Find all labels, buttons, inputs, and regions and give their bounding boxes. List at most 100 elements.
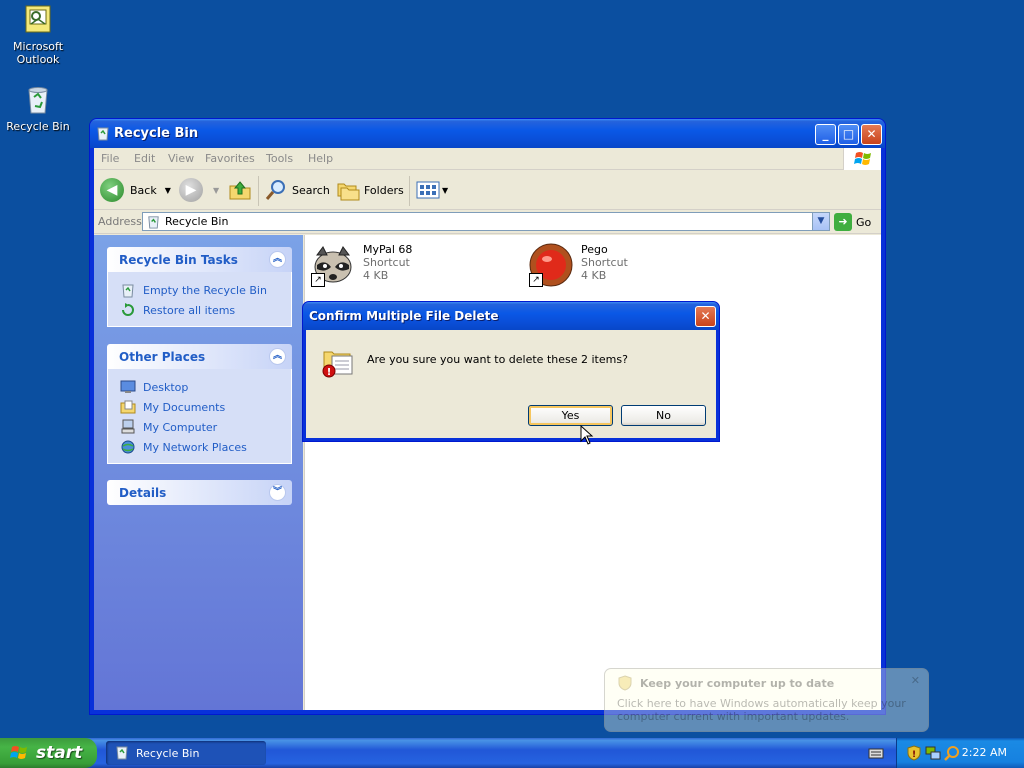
recycle-bin-icon — [146, 214, 161, 232]
dialog-body: ! Are you sure you want to delete these … — [306, 330, 716, 438]
taskbar: start Recycle Bin ! 2:22 AM — [0, 738, 1024, 768]
minimize-icon: _ — [822, 127, 829, 141]
my-network-places-link[interactable]: My Network Places — [120, 437, 291, 457]
start-button[interactable]: start — [0, 738, 97, 768]
search-button[interactable]: Search — [264, 178, 330, 202]
toolbar-separator — [258, 176, 259, 206]
forward-button[interactable]: ▶ ▼ — [179, 178, 219, 202]
forward-arrow-icon: ▶ — [179, 178, 203, 202]
recycle-bin-icon — [95, 125, 111, 141]
back-label: Back — [130, 183, 157, 197]
chevron-down-icon: ▼ — [442, 185, 449, 195]
desktop-icon-recycle-bin[interactable]: Recycle Bin — [0, 84, 76, 133]
address-dropdown-button[interactable]: ▼ — [812, 213, 829, 230]
panel-body: Empty the Recycle Bin Restore all items — [107, 272, 292, 327]
back-arrow-icon: ◀ — [100, 178, 124, 202]
chevron-down-icon: ▼ — [213, 185, 220, 195]
panel-header[interactable]: Other Places ︽ — [107, 344, 292, 369]
folders-button[interactable]: Folders — [336, 178, 404, 202]
task-pane: Recycle Bin Tasks ︽ Empty the Recycle Bi… — [94, 235, 303, 710]
my-computer-link[interactable]: My Computer — [120, 417, 291, 437]
desktop-link[interactable]: Desktop — [120, 377, 291, 397]
menu-file[interactable]: File — [101, 152, 119, 165]
recycle-bin-icon — [22, 84, 54, 116]
my-computer-icon — [120, 419, 136, 435]
my-documents-link[interactable]: My Documents — [120, 397, 291, 417]
restore-icon — [120, 302, 136, 318]
menu-favorites[interactable]: Favorites — [205, 152, 255, 165]
file-item-mypal[interactable]: ↗ MyPal 68 Shortcut 4 KB — [309, 241, 509, 289]
maximize-icon: □ — [842, 127, 855, 141]
address-input[interactable]: Recycle Bin ▼ — [142, 212, 830, 231]
empty-recycle-bin-link[interactable]: Empty the Recycle Bin — [120, 280, 291, 300]
search-tray-icon[interactable] — [944, 745, 960, 764]
shortcut-arrow-icon: ↗ — [311, 273, 325, 287]
desktop-icon-outlook[interactable]: Microsoft Outlook — [0, 4, 76, 66]
system-tray: ! 2:22 AM — [896, 738, 1024, 768]
recycle-bin-icon — [114, 744, 130, 763]
windows-logo-icon — [10, 746, 27, 759]
file-type: Shortcut — [581, 256, 628, 269]
panel-recycle-bin-tasks: Recycle Bin Tasks ︽ Empty the Recycle Bi… — [107, 247, 292, 327]
panel-title: Other Places — [119, 350, 206, 364]
svg-text:!: ! — [327, 367, 332, 378]
go-label: Go — [856, 215, 872, 229]
collapse-icon[interactable]: ︽ — [269, 251, 286, 268]
go-button[interactable]: ➜ Go — [834, 213, 871, 231]
file-item-pego[interactable]: ↗ Pego Shortcut 4 KB — [527, 241, 727, 289]
up-folder-button[interactable] — [228, 178, 252, 202]
balloon-close-icon[interactable]: ✕ — [911, 674, 920, 687]
back-button[interactable]: ◀ Back ▼ — [100, 178, 171, 202]
link-label: My Computer — [143, 420, 218, 434]
close-button[interactable]: ✕ — [861, 124, 882, 145]
menu-edit[interactable]: Edit — [134, 152, 155, 165]
chevron-down-icon: ▼ — [817, 216, 825, 226]
panel-details: Details ︾ — [107, 480, 292, 505]
menu-help[interactable]: Help — [308, 152, 333, 165]
delete-warning-icon: ! — [320, 344, 356, 380]
collapse-icon[interactable]: ︽ — [269, 348, 286, 365]
folders-icon — [337, 183, 360, 201]
window-title: Recycle Bin — [114, 126, 199, 141]
expand-icon[interactable]: ︾ — [269, 484, 286, 501]
recycle-bin-icon — [120, 282, 136, 298]
search-icon — [265, 180, 285, 200]
my-documents-icon — [120, 399, 136, 415]
yes-button[interactable]: Yes — [528, 405, 613, 426]
dialog-title: Confirm Multiple File Delete — [309, 309, 499, 323]
panel-other-places: Other Places ︽ Desktop My Documents My C… — [107, 344, 292, 464]
address-bar: Address Recycle Bin ▼ ➜ Go — [94, 210, 881, 234]
go-arrow-icon: ➜ — [834, 213, 852, 231]
address-value: Recycle Bin — [165, 215, 229, 228]
window-titlebar[interactable]: Recycle Bin _ □ ✕ — [90, 119, 885, 148]
balloon-body: Click here to have Windows automatically… — [617, 697, 906, 723]
menu-view[interactable]: View — [168, 152, 194, 165]
panel-header[interactable]: Details ︾ — [107, 480, 292, 505]
no-button[interactable]: No — [621, 405, 706, 426]
views-button[interactable]: ▼ — [416, 178, 448, 202]
maximize-button[interactable]: □ — [838, 124, 859, 145]
close-icon: ✕ — [866, 127, 877, 141]
file-name: Pego — [581, 243, 608, 256]
chevron-down-icon: ▼ — [164, 185, 171, 195]
restore-all-items-link[interactable]: Restore all items — [120, 300, 291, 320]
link-label: My Documents — [143, 400, 226, 414]
panel-header[interactable]: Recycle Bin Tasks ︽ — [107, 247, 292, 272]
toolbar: ◀ Back ▼ ▶ ▼ Search Folders ▼ — [94, 170, 881, 210]
dialog-close-button[interactable]: ✕ — [695, 306, 716, 327]
desktop-icon — [120, 379, 136, 395]
keyboard-icon[interactable] — [868, 746, 884, 760]
minimize-button[interactable]: _ — [815, 124, 836, 145]
dialog-titlebar[interactable]: Confirm Multiple File Delete ✕ — [303, 302, 719, 330]
clock: 2:22 AM — [961, 746, 1007, 759]
taskbar-item-recycle-bin[interactable]: Recycle Bin — [106, 741, 266, 765]
toolbar-separator — [409, 176, 410, 206]
security-shield-icon[interactable]: ! — [906, 745, 922, 764]
desktop-icon-label: Recycle Bin — [6, 120, 70, 133]
panel-body: Desktop My Documents My Computer My Netw… — [107, 369, 292, 464]
menu-tools[interactable]: Tools — [266, 152, 293, 165]
file-name: MyPal 68 — [363, 243, 413, 256]
file-type: Shortcut — [363, 256, 410, 269]
network-tray-icon[interactable] — [925, 745, 941, 764]
update-balloon-tip[interactable]: Keep your computer up to date ✕ Click he… — [604, 668, 929, 732]
